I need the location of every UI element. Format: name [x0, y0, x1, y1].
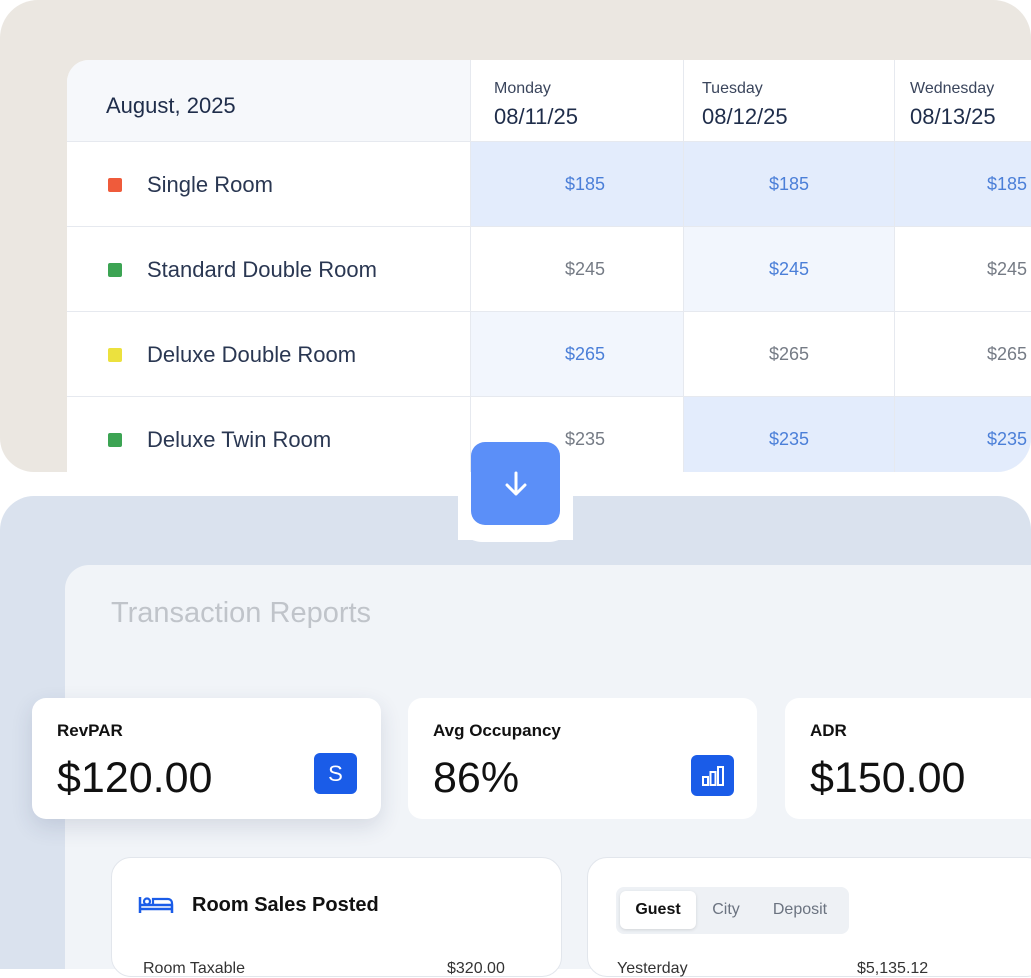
kpi-label: ADR	[810, 721, 847, 740]
room-name: Standard Double Room	[147, 257, 377, 282]
room-row-deluxe-double[interactable]: Deluxe Double Room	[67, 312, 471, 397]
price-cell[interactable]: $235	[895, 397, 1031, 472]
yesterday-value: $5,135.12	[857, 960, 929, 977]
room-row-single[interactable]: Single Room	[67, 142, 471, 227]
room-name: Single Room	[147, 172, 273, 197]
day-header-tuesday: Tuesday 08/12/25	[684, 60, 895, 142]
price-cell[interactable]: $245	[684, 227, 895, 312]
price-cell[interactable]: $185	[684, 142, 895, 227]
kpi-card-revpar: RevPAR $120.00 S	[32, 698, 381, 819]
room-taxable-value: $320.00	[447, 960, 505, 977]
price-cell[interactable]: $185	[895, 142, 1031, 227]
kpi-value: 86%	[433, 754, 520, 802]
room-row-standard-double[interactable]: Standard Double Room	[67, 227, 471, 312]
price-cell[interactable]: $235	[684, 397, 895, 472]
day-date: 08/11/25	[494, 104, 579, 129]
bar-chart-icon	[691, 755, 734, 796]
rates-panel: August, 2025 Monday 08/11/25 Tuesday 08/…	[0, 0, 1031, 472]
kpi-label: RevPAR	[57, 721, 123, 740]
room-color-swatch	[108, 433, 122, 447]
bed-icon	[138, 897, 174, 913]
day-header-monday: Monday 08/11/25	[471, 60, 684, 142]
reports-title: Transaction Reports	[111, 597, 372, 629]
rates-calendar: August, 2025 Monday 08/11/25 Tuesday 08/…	[67, 60, 1031, 472]
room-color-swatch	[108, 348, 122, 362]
dollar-icon: S	[314, 753, 357, 794]
kpi-label: Avg Occupancy	[433, 721, 561, 740]
kpi-card-avg-occupancy: Avg Occupancy 86%	[408, 698, 757, 819]
report-tabs: Guest City Deposit	[616, 887, 849, 934]
price-cell[interactable]: $265	[895, 312, 1031, 397]
room-sales-title: Room Sales Posted	[192, 894, 379, 916]
kpi-value: $120.00	[57, 754, 213, 802]
day-header-wednesday: Wednesday 08/13/25	[895, 60, 1031, 142]
room-name: Deluxe Double Room	[147, 342, 357, 367]
price-cell[interactable]: $185	[471, 142, 684, 227]
room-taxable-label: Room Taxable	[143, 960, 245, 977]
day-date: 08/12/25	[702, 104, 788, 129]
month-label: August, 2025	[106, 93, 236, 118]
month-header: August, 2025	[67, 60, 471, 142]
day-name: Wednesday	[910, 80, 995, 97]
price-cell[interactable]: $265	[684, 312, 895, 397]
bar-chart-glyph	[701, 765, 724, 786]
price-cell[interactable]: $245	[895, 227, 1031, 312]
tab-guest[interactable]: Guest	[620, 891, 696, 929]
day-name: Monday	[494, 80, 551, 97]
arrow-down-button[interactable]	[471, 442, 560, 525]
day-date: 08/13/25	[910, 104, 996, 129]
room-color-swatch	[108, 178, 122, 192]
room-name: Deluxe Twin Room	[147, 427, 332, 452]
room-row-deluxe-twin[interactable]: Deluxe Twin Room	[67, 397, 471, 472]
room-color-swatch	[108, 263, 122, 277]
arrow-down-icon	[505, 471, 526, 495]
tab-deposit[interactable]: Deposit	[758, 891, 842, 929]
room-sales-card	[111, 857, 562, 977]
tab-city[interactable]: City	[698, 891, 754, 929]
price-cell[interactable]: $245	[471, 227, 684, 312]
kpi-card-adr: ADR $150.00	[785, 698, 1031, 819]
kpi-value: $150.00	[810, 754, 966, 802]
price-cell[interactable]: $265	[471, 312, 684, 397]
day-name: Tuesday	[702, 80, 763, 97]
yesterday-label: Yesterday	[617, 960, 688, 977]
